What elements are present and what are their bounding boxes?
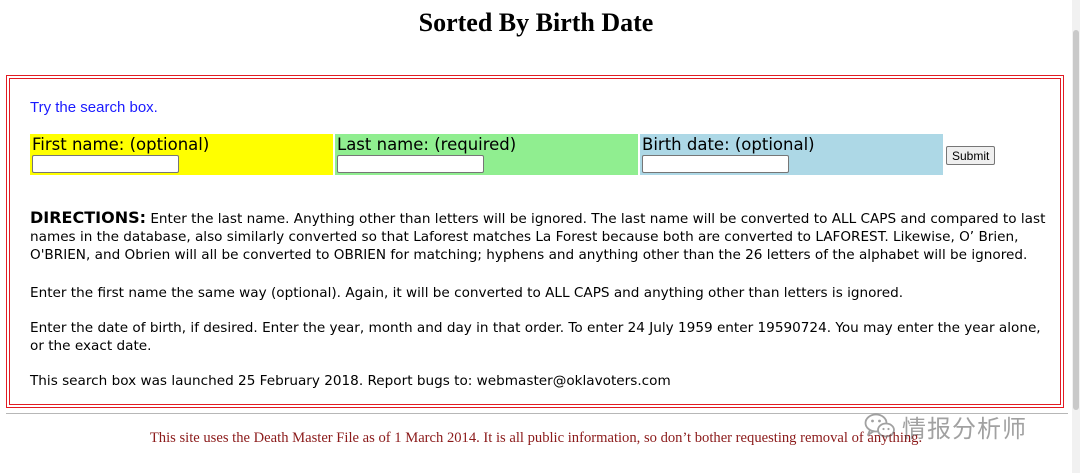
directions-text-1: Enter the last name. Anything other than… (30, 211, 1046, 263)
last-name-input[interactable] (337, 155, 484, 173)
submit-button[interactable]: Submit (946, 146, 996, 165)
last-name-label: Last name: (required) (337, 135, 517, 154)
search-box-frame: Try the search box. First name: (optiona… (6, 75, 1064, 408)
last-name-field: Last name: (required) (335, 134, 638, 175)
birth-date-field: Birth date: (optional) (640, 134, 943, 175)
first-name-field: First name: (optional) (30, 134, 333, 175)
directions-heading: DIRECTIONS: (30, 208, 147, 227)
birth-date-label: Birth date: (optional) (642, 135, 815, 154)
scrollbar-thumb[interactable] (1073, 30, 1079, 410)
wechat-icon (864, 412, 896, 440)
vertical-scrollbar[interactable] (1072, 0, 1080, 473)
birth-date-input[interactable] (642, 155, 789, 173)
directions-paragraph-3: Enter the date of birth, if desired. Ent… (30, 320, 1041, 354)
directions-paragraph-1: DIRECTIONS: Enter the last name. Anythin… (30, 209, 1046, 264)
search-box-inner-frame: Try the search box. First name: (optiona… (9, 78, 1061, 405)
try-search-link[interactable]: Try the search box. (30, 99, 158, 116)
watermark: 情报分析师 (864, 406, 1027, 446)
watermark-text: 情报分析师 (902, 414, 1027, 443)
directions-paragraph-4: This search box was launched 25 February… (30, 373, 671, 389)
directions-paragraph-2: Enter the first name the same way (optio… (30, 285, 904, 301)
first-name-input[interactable] (32, 155, 179, 173)
page-title: Sorted By Birth Date (418, 8, 654, 37)
first-name-label: First name: (optional) (32, 135, 210, 154)
